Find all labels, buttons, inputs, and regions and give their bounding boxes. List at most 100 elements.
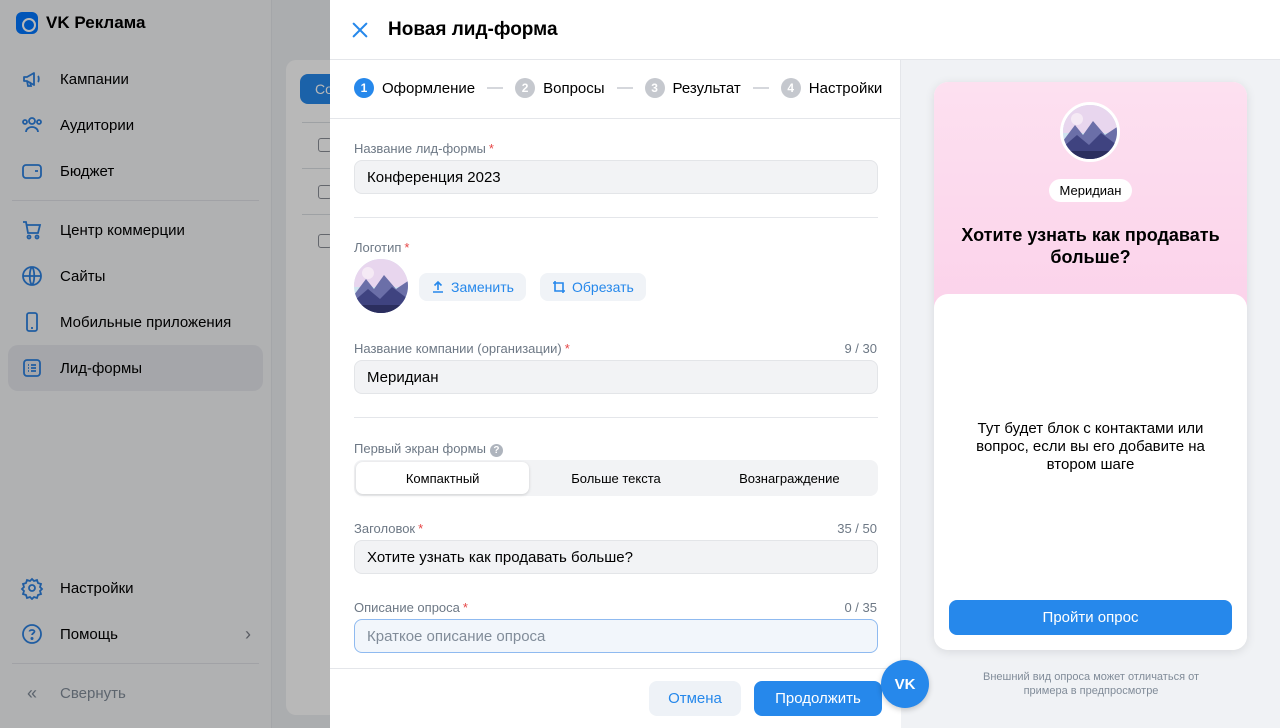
stepper: 1 Оформление 2 Вопросы 3 Результат 4 Нас…	[354, 78, 882, 98]
replace-logo-button[interactable]: Заменить	[419, 273, 526, 301]
sidebar-item-campaigns[interactable]: Кампании	[8, 56, 263, 102]
sidebar-item-budget[interactable]: Бюджет	[8, 148, 263, 194]
crop-label: Обрезать	[572, 279, 634, 295]
step-number: 4	[780, 78, 801, 98]
modal-title: Новая лид-форма	[388, 18, 558, 40]
upload-icon	[433, 280, 443, 293]
cancel-button[interactable]: Отмена	[649, 681, 741, 716]
vk-chat-button[interactable]: VK	[881, 660, 929, 708]
sidebar-item-mobile-apps[interactable]: Мобильные приложения	[8, 299, 263, 345]
first-screen-segmented-control: Компактный Больше текста Вознаграждение	[354, 460, 878, 496]
label-text: Название компании (организации)	[354, 341, 562, 356]
wallet-icon	[20, 159, 44, 183]
form-preview: Меридиан Хотите узнать как продавать бол…	[934, 82, 1247, 650]
gear-icon	[20, 576, 44, 600]
form-column: 1 Оформление 2 Вопросы 3 Результат 4 Нас…	[330, 60, 901, 728]
section-divider	[354, 417, 878, 418]
preview-take-survey-button: Пройти опрос	[949, 600, 1232, 635]
sidebar-item-label: Кампании	[60, 70, 129, 88]
company-name-counter: 9 / 30	[844, 341, 877, 356]
required-mark: *	[488, 141, 494, 156]
continue-button[interactable]: Продолжить	[754, 681, 882, 716]
sidebar-item-collapse[interactable]: « Свернуть	[8, 670, 263, 716]
heading-input[interactable]: Хотите узнать как продавать больше?	[354, 540, 878, 574]
step-separator	[487, 87, 504, 89]
step-separator	[616, 87, 633, 89]
preview-body-text: Тут будет блок с контактами или вопрос, …	[976, 420, 1205, 473]
modal-header: Новая лид-форма	[330, 0, 1280, 60]
sidebar-nav-main: Кампании Аудитории Бюджет Центр коммерци…	[8, 56, 263, 391]
required-mark: *	[564, 341, 570, 356]
step-settings[interactable]: 4 Настройки	[780, 78, 883, 98]
segment-reward[interactable]: Вознаграждение	[703, 462, 876, 494]
first-screen-label: Первый экран формы?	[354, 441, 503, 457]
form-name-label: Название лид-формы *	[354, 141, 494, 156]
sidebar: VK Реклама Кампании Аудитории Бюджет Цен…	[0, 0, 272, 728]
description-input[interactable]: Краткое описание опроса	[354, 619, 878, 653]
background-divider	[302, 122, 330, 123]
background-divider	[302, 168, 330, 169]
sidebar-item-label: Лид-формы	[60, 359, 143, 377]
close-icon[interactable]	[348, 18, 372, 42]
sidebar-item-settings[interactable]: Настройки	[8, 565, 263, 611]
sidebar-divider	[12, 663, 259, 664]
crop-logo-button[interactable]: Обрезать	[540, 273, 646, 301]
step-result[interactable]: 3 Результат	[644, 78, 741, 98]
preview-company-badge: Меридиан	[1048, 179, 1133, 202]
list-icon	[20, 356, 44, 380]
preview-title: Хотите узнать как продавать больше?	[961, 225, 1220, 267]
sidebar-item-label: Помощь	[60, 625, 118, 643]
sidebar-divider	[12, 200, 259, 201]
collapse-icon: «	[26, 682, 37, 703]
sidebar-item-sites[interactable]: Сайты	[8, 253, 263, 299]
heading-label: Заголовок *	[354, 521, 423, 536]
preview-disclaimer: Внешний вид опроса может отличаться от п…	[982, 671, 1200, 697]
phone-icon	[20, 310, 44, 334]
question-icon[interactable]: ?	[489, 444, 503, 457]
preview-logo-image	[1060, 102, 1120, 162]
step-label: Результат	[672, 79, 741, 97]
step-design[interactable]: 1 Оформление	[354, 78, 475, 98]
sidebar-item-label: Бюджет	[60, 162, 115, 180]
label-text: Логотип	[354, 240, 402, 255]
sidebar-item-label: Мобильные приложения	[60, 313, 232, 331]
logo-label: Логотип *	[354, 240, 409, 255]
required-mark: *	[462, 600, 468, 615]
step-separator	[752, 87, 769, 89]
new-lead-form-modal: Новая лид-форма 1 Оформление 2 Вопросы 3…	[330, 0, 1280, 728]
globe-icon	[20, 264, 44, 288]
section-divider	[354, 217, 878, 218]
sidebar-item-audiences[interactable]: Аудитории	[8, 102, 263, 148]
label-text: Первый экран формы	[354, 441, 486, 456]
company-name-label: Название компании (организации) *	[354, 341, 570, 356]
label-text: Название лид-формы	[354, 141, 486, 156]
segment-more-text[interactable]: Больше текста	[529, 462, 702, 494]
step-number: 3	[644, 78, 665, 98]
step-label: Оформление	[382, 79, 476, 97]
megaphone-icon	[20, 67, 44, 91]
preview-panel: Меридиан Хотите узнать как продавать бол…	[901, 60, 1280, 728]
sidebar-item-lead-forms[interactable]: Лид-формы	[8, 345, 263, 391]
sidebar-item-label: Аудитории	[60, 116, 135, 134]
form-name-input[interactable]: Конференция 2023	[354, 160, 878, 194]
label-text: Описание опроса	[354, 600, 460, 615]
users-icon	[20, 113, 44, 137]
description-label: Описание опроса *	[354, 600, 468, 615]
company-name-input[interactable]: Меридиан	[354, 360, 878, 394]
segment-compact[interactable]: Компактный	[356, 462, 530, 494]
sidebar-item-help[interactable]: Помощь ›	[8, 611, 263, 657]
sidebar-item-label: Свернуть	[60, 684, 126, 702]
step-questions[interactable]: 2 Вопросы	[515, 78, 605, 98]
sidebar-item-label: Настройки	[60, 579, 134, 597]
replace-label: Заменить	[451, 279, 514, 295]
step-label: Настройки	[808, 79, 883, 97]
sidebar-item-commerce[interactable]: Центр коммерции	[8, 207, 263, 253]
heading-counter: 35 / 50	[837, 521, 877, 536]
step-label: Вопросы	[543, 79, 605, 97]
modal-footer: Отмена Продолжить	[330, 668, 901, 728]
brand[interactable]: VK Реклама	[16, 12, 146, 34]
label-text: Заголовок	[354, 521, 416, 536]
stepper-divider	[330, 118, 901, 119]
logo-image	[354, 259, 408, 313]
help-icon	[20, 622, 44, 646]
